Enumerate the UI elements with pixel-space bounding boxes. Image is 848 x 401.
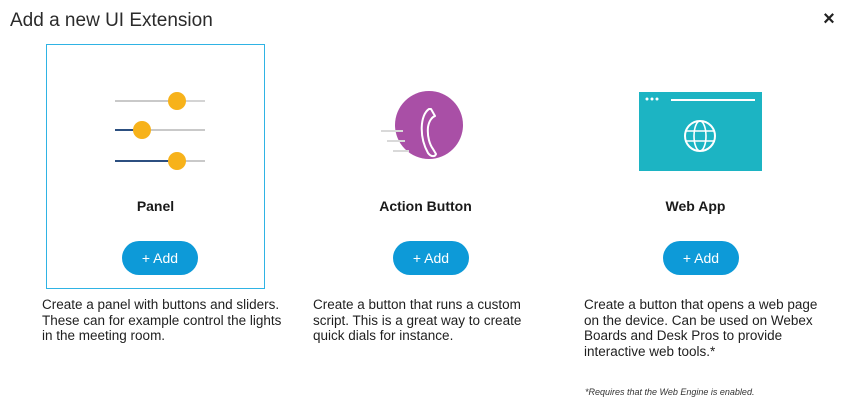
- card-title-action-button: Action Button: [379, 198, 472, 214]
- card-action-button[interactable]: Action Button + Add: [316, 44, 535, 289]
- card-title-panel: Panel: [136, 198, 175, 214]
- dialog-title: Add a new UI Extension: [10, 10, 213, 31]
- footnote: *Requires that the Web Engine is enabled…: [585, 387, 755, 397]
- add-web-app-button[interactable]: + Add: [663, 241, 739, 275]
- card-panel[interactable]: Panel + Add: [46, 44, 265, 289]
- add-action-button-button[interactable]: + Add: [393, 241, 469, 275]
- card-description-panel: Create a panel with buttons and sliders.…: [42, 297, 282, 343]
- phone-call-icon: [317, 45, 534, 195]
- sliders-icon: [47, 45, 264, 195]
- card-web-app[interactable]: Web App + Add: [586, 44, 805, 289]
- close-icon[interactable]: ×: [818, 8, 840, 30]
- globe-browser-icon: [587, 45, 804, 195]
- card-title-web-app: Web App: [665, 198, 726, 214]
- card-description-web-app: Create a button that opens a web page on…: [584, 297, 818, 359]
- card-description-action-button: Create a button that runs a custom scrip…: [313, 297, 522, 343]
- add-panel-button[interactable]: + Add: [122, 241, 198, 275]
